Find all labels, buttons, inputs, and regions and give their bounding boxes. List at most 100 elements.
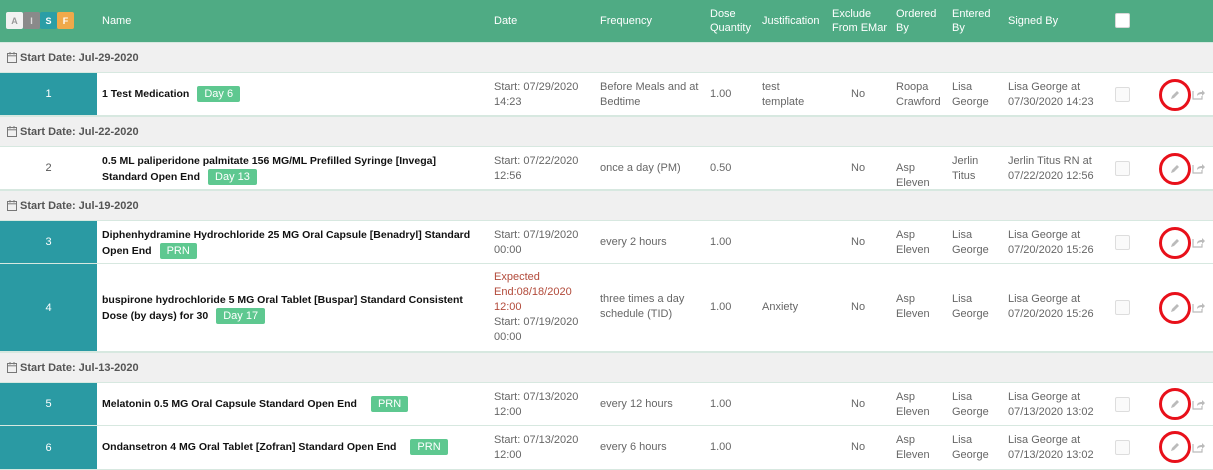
share-icon[interactable] [1192,398,1205,410]
edit-button[interactable] [1159,79,1191,111]
edit-button[interactable] [1159,153,1191,185]
share-icon[interactable] [1192,88,1205,100]
status-key-f[interactable]: F [57,12,74,29]
exclude-emar-cell: No [851,301,866,313]
group-header: Start Date: Jul-29-2020 [0,42,1213,73]
share-icon[interactable] [1192,441,1205,453]
medication-name[interactable]: buspirone hydrochloride 5 MG Oral Tablet… [102,292,482,324]
entered-by-cell: Lisa George [952,81,989,108]
pencil-icon [1171,304,1179,312]
signed-by-cell: Lisa George at 07/30/2020 14:23 [1008,81,1094,108]
date-cell: Start: 07/22/2020 12:56 [494,155,579,182]
status-key-s[interactable]: S [40,12,57,29]
signed-by-cell: Jerlin Titus RN at 07/22/2020 12:56 [1008,155,1094,182]
ordered-by-cell: Asp Eleven [896,391,930,418]
pencil-icon [1171,239,1179,247]
table-row[interactable]: 4 buspirone hydrochloride 5 MG Oral Tabl… [0,264,1213,352]
row-checkbox[interactable] [1115,397,1130,412]
group-header: Start Date: Jul-19-2020 [0,190,1213,221]
column-header-exclude-emar[interactable]: Exclude From EMar [832,7,892,35]
row-checkbox[interactable] [1115,161,1130,176]
ordered-by-cell: Roopa Crawford [896,81,941,108]
table-header: A I S F Name Date Frequency Dose Quantit… [0,0,1213,42]
table-row[interactable]: 2 0.5 ML paliperidone palmitate 156 MG/M… [0,147,1213,190]
frequency-cell: every 12 hours [600,398,673,410]
row-checkbox[interactable] [1115,440,1130,455]
prn-badge: PRN [370,396,409,412]
table-row[interactable]: 3 Diphenhydramine Hydrochloride 25 MG Or… [0,221,1213,264]
dose-cell: 1.00 [710,88,732,100]
medication-name-text: Ondansetron 4 MG Oral Tablet [Zofran] St… [102,441,397,453]
dose-cell: 0.50 [710,162,732,174]
status-key-active[interactable]: A [6,12,23,29]
entered-by-cell: Lisa George [952,229,989,256]
share-icon[interactable] [1192,162,1205,174]
table-row[interactable]: 5 Melatonin 0.5 MG Oral Capsule Standard… [0,383,1213,426]
edit-button[interactable] [1159,227,1191,259]
prn-badge: PRN [410,439,448,455]
signed-by-cell: Lisa George at 07/20/2020 15:26 [1008,229,1094,256]
entered-by-cell: Lisa George [952,293,989,320]
day-badge: Day 17 [216,308,266,324]
column-header-frequency[interactable]: Frequency [600,14,652,28]
day-badge: Day 6 [197,86,241,102]
row-number: 6 [0,426,97,469]
column-header-justification[interactable]: Justification [762,14,819,28]
expected-end-date: Expected End:08/18/2020 12:00 [494,271,572,313]
select-all-checkbox[interactable] [1115,13,1130,28]
calendar-icon [7,52,17,63]
medication-name[interactable]: 0.5 ML paliperidone palmitate 156 MG/ML … [102,153,482,185]
exclude-emar-cell: No [851,88,866,100]
medication-name-text: buspirone hydrochloride 5 MG Oral Tablet… [102,294,463,322]
status-key-inactive[interactable]: I [23,12,40,29]
medication-name[interactable]: Ondansetron 4 MG Oral Tablet [Zofran] St… [102,439,482,455]
ordered-by-cell: Asp Eleven [896,229,930,256]
row-checkbox[interactable] [1115,300,1130,315]
column-header-dose-quantity[interactable]: Dose Quantity [710,7,760,35]
medication-name-text: Diphenhydramine Hydrochloride 25 MG Oral… [102,229,471,257]
row-checkbox[interactable] [1115,87,1130,102]
row-checkbox[interactable] [1115,235,1130,250]
edit-button[interactable] [1159,292,1191,324]
entered-by-cell: Jerlin Titus [952,155,979,182]
ordered-by-cell: Asp Eleven [896,162,930,189]
exclude-emar-cell: No [851,398,866,410]
column-header-entered-by[interactable]: Entered By [952,7,997,35]
calendar-icon [7,362,17,373]
dose-cell: 1.00 [710,236,732,248]
share-icon[interactable] [1192,236,1205,248]
medication-name[interactable]: Diphenhydramine Hydrochloride 25 MG Oral… [102,227,482,259]
medication-name-text: 1 Test Medication [102,88,190,100]
justification-cell: test template [762,81,805,108]
date-cell: Start: 07/19/2020 00:00 [494,316,579,343]
edit-button[interactable] [1159,431,1191,463]
column-header-signed-by[interactable]: Signed By [1008,14,1058,28]
row-number: 1 [0,73,97,115]
dose-cell: 1.00 [710,301,732,313]
row-number: 5 [0,383,97,425]
signed-by-cell: Lisa George at 07/20/2020 15:26 [1008,293,1094,320]
group-label: Start Date: Jul-22-2020 [20,126,139,138]
edit-button[interactable] [1159,388,1191,420]
row-number: 4 [0,264,97,351]
entered-by-cell: Lisa George [952,391,989,418]
medication-name[interactable]: 1 Test Medication Day 6 [102,86,482,102]
dose-cell: 1.00 [710,398,732,410]
share-icon[interactable] [1192,301,1205,313]
table-row[interactable]: 6 Ondansetron 4 MG Oral Tablet [Zofran] … [0,426,1213,470]
medication-name[interactable]: Melatonin 0.5 MG Oral Capsule Standard O… [102,396,482,412]
date-cell: Start: 07/13/2020 12:00 [494,391,579,418]
column-header-name[interactable]: Name [102,14,131,28]
signed-by-cell: Lisa George at 07/13/2020 13:02 [1008,434,1094,461]
group-label: Start Date: Jul-29-2020 [20,52,139,64]
ordered-by-cell: Asp Eleven [896,434,930,461]
column-header-date[interactable]: Date [494,14,517,28]
day-badge: Day 13 [208,169,257,185]
date-cell: Start: 07/29/2020 14:23 [494,81,579,108]
medication-name-text: 0.5 ML paliperidone palmitate 156 MG/ML … [102,155,436,183]
table-row[interactable]: 1 1 Test Medication Day 6 Start: 07/29/20… [0,73,1213,116]
group-label: Start Date: Jul-19-2020 [20,200,139,212]
row-number: 2 [0,147,97,189]
frequency-cell: once a day (PM) [600,162,681,174]
column-header-ordered-by[interactable]: Ordered By [896,7,941,35]
